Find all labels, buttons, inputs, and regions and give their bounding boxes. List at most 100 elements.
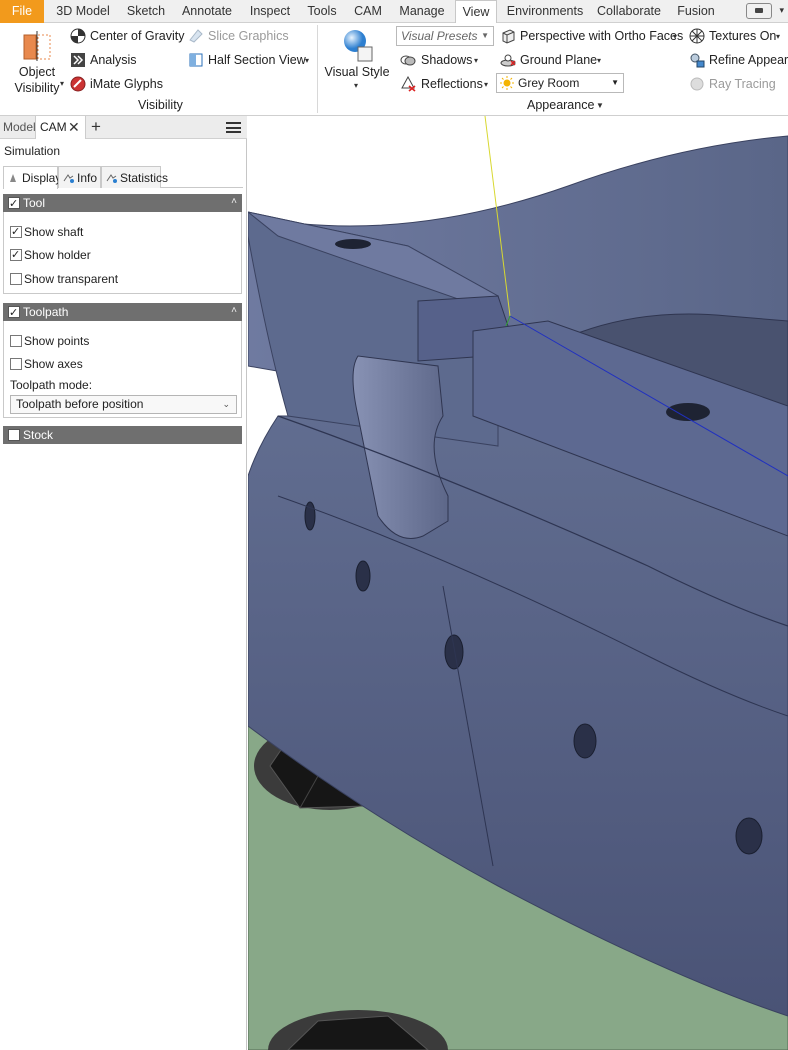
tool-section-checkbox[interactable] — [8, 195, 20, 213]
tab-collaborate[interactable]: Collaborate — [593, 0, 665, 23]
visual-style-icon — [344, 30, 373, 62]
visual-style-label: Visual Style — [324, 65, 390, 79]
imate-glyphs-icon — [70, 76, 86, 92]
show-transparent-option[interactable]: Show transparent — [10, 271, 118, 287]
tab-fusion[interactable]: Fusion — [671, 0, 721, 23]
tab-info-label: Info — [77, 171, 98, 185]
show-points-option[interactable]: Show points — [10, 333, 89, 349]
imate-glyphs-button[interactable]: iMate Glyphs — [90, 74, 163, 94]
stock-section-header[interactable]: Stock — [3, 426, 242, 444]
object-visibility-label-1: Object — [18, 65, 56, 79]
tab-annotate[interactable]: Annotate — [176, 0, 238, 23]
toolpath-section-header[interactable]: Toolpath ˄ — [3, 302, 242, 322]
show-holder-checkbox[interactable] — [10, 247, 22, 263]
display-options-icon[interactable] — [746, 3, 772, 19]
tab-inspect[interactable]: Inspect — [244, 0, 296, 23]
tab-manage[interactable]: Manage — [394, 0, 450, 23]
stock-section-title: Stock — [23, 428, 54, 442]
object-visibility-label-2: Visibility — [14, 81, 60, 95]
show-shaft-checkbox[interactable] — [10, 224, 22, 240]
chevron-down-icon[interactable]: ▾ — [779, 5, 784, 16]
part-hole — [444, 634, 464, 670]
sun-icon — [500, 76, 514, 90]
chevron-down-icon[interactable]: ▼ — [596, 101, 604, 110]
chevron-down-icon: ▾ — [60, 79, 65, 88]
hamburger-menu-icon[interactable] — [226, 122, 241, 133]
statistics-icon — [106, 174, 117, 183]
browser-panel: Model CAM ✕ + Simulation Display Info St… — [0, 116, 247, 1050]
chevron-down-icon: ▾ — [673, 32, 678, 41]
textures-icon — [689, 28, 705, 44]
half-section-view-button[interactable]: Half Section View — [208, 50, 306, 70]
toolpath-section-title: Toolpath — [23, 305, 69, 319]
tab-file[interactable]: File — [0, 0, 44, 23]
tool-section-header[interactable]: Tool ˄ — [3, 193, 242, 213]
tab-info[interactable]: Info — [58, 166, 101, 188]
refine-appearance-button[interactable]: Refine Appeara — [709, 50, 788, 70]
cam-simulation-scene — [248, 116, 788, 1050]
ribbon: Object Visibility ▾ Center of Gravity An… — [0, 23, 788, 116]
ground-plane-button[interactable]: Ground Plane — [520, 50, 597, 70]
collapse-icon[interactable]: ˄ — [231, 302, 237, 320]
show-points-label: Show points — [24, 334, 90, 348]
tab-sketch[interactable]: Sketch — [121, 0, 171, 23]
graphics-viewport[interactable] — [248, 116, 788, 1050]
show-axes-label: Show axes — [24, 357, 83, 371]
tab-statistics[interactable]: Statistics — [101, 166, 168, 188]
visual-style-button[interactable]: Visual Style ▾ — [324, 25, 390, 95]
show-shaft-label: Show shaft — [24, 225, 84, 239]
info-icon — [63, 174, 74, 183]
stock-section-checkbox[interactable] — [8, 429, 20, 441]
analysis-icon — [71, 53, 85, 67]
show-shaft-option[interactable]: Show shaft — [10, 224, 83, 240]
perspective-button[interactable]: Perspective with Ortho Faces — [520, 26, 683, 46]
show-holder-option[interactable]: Show holder — [10, 247, 91, 263]
chevron-down-icon: ▾ — [474, 56, 479, 65]
object-visibility-button[interactable]: Object Visibility ▾ — [8, 27, 66, 99]
refine-appearance-icon — [690, 53, 705, 68]
browser-tab-bar: Model CAM ✕ + — [0, 116, 247, 139]
show-points-checkbox[interactable] — [10, 335, 22, 347]
object-visibility-icon — [23, 31, 51, 61]
chevron-down-icon: ▼ — [481, 31, 489, 40]
panel-separator — [317, 25, 318, 113]
visual-presets-value: Visual Presets — [401, 29, 478, 43]
show-axes-checkbox[interactable] — [10, 358, 22, 370]
toolpath-mode-label: Toolpath mode: — [10, 378, 93, 392]
show-transparent-checkbox[interactable] — [10, 273, 22, 285]
tab-cam-browser[interactable]: CAM ✕ — [35, 116, 86, 139]
perspective-icon — [502, 29, 515, 44]
close-icon[interactable]: ✕ — [68, 116, 80, 139]
tab-display[interactable]: Display — [3, 166, 61, 189]
tab-3d-model[interactable]: 3D Model — [50, 0, 116, 23]
lighting-style-select[interactable]: Grey Room ▼ — [496, 73, 624, 93]
ray-tracing-button[interactable]: Ray Tracing — [709, 74, 776, 94]
shadows-button[interactable]: Shadows — [421, 50, 472, 70]
toolpath-section-checkbox[interactable] — [8, 304, 20, 322]
simulation-sub-tabs: Display Info Statistics — [3, 166, 243, 189]
tab-view[interactable]: View — [455, 0, 497, 24]
tab-model[interactable]: Model — [3, 116, 36, 139]
toolpath-mode-select[interactable]: Toolpath before position ⌄ — [10, 395, 237, 414]
display-icon — [10, 174, 16, 182]
collapse-icon[interactable]: ˄ — [231, 193, 237, 211]
center-of-gravity-button[interactable]: Center of Gravity — [90, 26, 184, 46]
part-hole — [355, 560, 371, 592]
lighting-style-value: Grey Room — [518, 76, 580, 90]
tool-section-title: Tool — [23, 196, 46, 210]
tab-statistics-label: Statistics — [120, 171, 169, 185]
appearance-panel-title[interactable]: Appearance — [527, 98, 594, 112]
ground-plane-icon — [500, 54, 516, 67]
part-hole — [573, 723, 597, 759]
tab-environments[interactable]: Environments — [503, 0, 587, 23]
tab-tools[interactable]: Tools — [302, 0, 342, 23]
visual-presets-select[interactable]: Visual Presets ▼ — [396, 26, 494, 46]
tab-cam[interactable]: CAM — [348, 0, 388, 23]
analysis-button[interactable]: Analysis — [90, 50, 137, 70]
toolpath-section-body: Show points Show axes Toolpath mode: Too… — [3, 321, 242, 418]
slice-graphics-button[interactable]: Slice Graphics — [208, 26, 289, 46]
add-tab-icon[interactable]: + — [91, 116, 101, 138]
textures-on-button[interactable]: Textures On — [709, 26, 776, 46]
reflections-button[interactable]: Reflections — [421, 74, 483, 94]
show-axes-option[interactable]: Show axes — [10, 356, 83, 372]
